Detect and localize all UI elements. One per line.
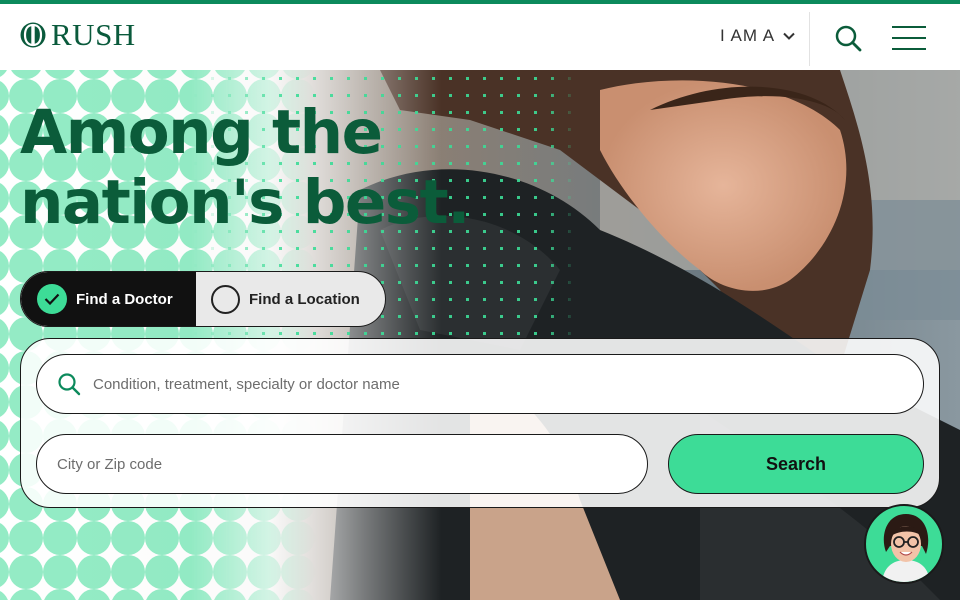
location-field (36, 434, 648, 494)
hamburger-menu-icon[interactable] (890, 24, 928, 52)
chevron-down-icon (783, 32, 795, 40)
site-header: RUSH I AM A (0, 4, 960, 70)
doctor-search-panel: Search (20, 338, 940, 508)
rush-logo[interactable]: RUSH (20, 17, 136, 52)
header-divider (809, 12, 810, 66)
rush-logo-mark-icon (20, 22, 46, 48)
i-am-a-dropdown[interactable]: I AM A (720, 26, 795, 46)
tab-find-a-doctor[interactable]: Find a Doctor (21, 272, 196, 326)
hero-headline: Among the nation's best. (20, 97, 470, 238)
tab-find-a-doctor-label: Find a Doctor (76, 290, 173, 308)
radio-circle-icon (211, 284, 240, 314)
query-field (36, 354, 924, 414)
brand-name: RUSH (51, 17, 136, 52)
headline-line-1: Among the (20, 97, 383, 168)
i-am-a-label: I AM A (720, 26, 776, 45)
search-submit-button[interactable]: Search (668, 434, 924, 494)
tab-find-a-location[interactable]: Find a Location (196, 272, 385, 326)
condition-search-input[interactable] (93, 355, 923, 413)
tab-find-a-location-label: Find a Location (249, 290, 360, 308)
search-icon (58, 373, 81, 396)
check-icon (37, 284, 67, 314)
hero-section: Among the nation's best. Find a Doctor F… (0, 70, 960, 600)
headline-line-2: nation's best. (20, 167, 470, 238)
finder-mode-toggle: Find a Doctor Find a Location (20, 271, 386, 327)
chat-assistant-avatar-icon[interactable] (864, 504, 944, 584)
search-icon[interactable] (834, 24, 862, 52)
city-zip-input[interactable] (57, 435, 647, 493)
